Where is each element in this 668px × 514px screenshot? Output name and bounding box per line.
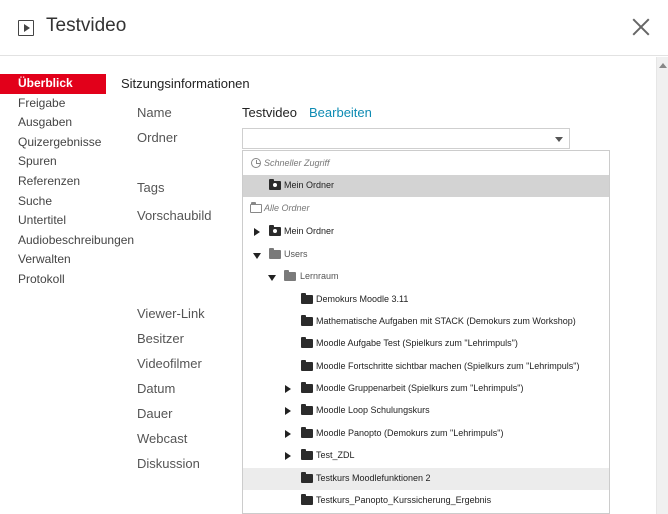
tree-item-folder[interactable]: Moodle Gruppenarbeit (Spielkurs zum "Leh…: [243, 378, 609, 400]
all-folders-header-label: Alle Ordner: [264, 203, 310, 213]
folder-icon: [301, 337, 313, 348]
folder-outline-icon: [250, 202, 262, 213]
sidebar-item-sharing[interactable]: Freigabe: [0, 94, 106, 114]
tree-item-folder[interactable]: Testkurs Moodlefunktionen 2: [243, 468, 609, 490]
sidebar-item-log[interactable]: Protokoll: [0, 270, 106, 290]
tree-item-folder[interactable]: Moodle Aufgabe Test (Spielkurs zum "Lehr…: [243, 333, 609, 355]
tree-item-label: Demokurs Moodle 3.11: [316, 294, 409, 304]
sidebar-item-search[interactable]: Suche: [0, 192, 106, 212]
scroll-up-icon[interactable]: [659, 63, 667, 68]
tree-item-folder[interactable]: Moodle Fortschritte sichtbar machen (Spi…: [243, 356, 609, 378]
tree-item-folder[interactable]: Test_ZDL: [243, 445, 609, 467]
tree-item-users[interactable]: Users: [243, 244, 609, 266]
expand-arrow-icon[interactable]: [285, 430, 291, 438]
expand-arrow-icon[interactable]: [254, 228, 260, 236]
duration-label: Dauer: [137, 406, 173, 421]
folder-icon: [301, 427, 313, 438]
user-folder-icon: [269, 225, 281, 236]
webcast-label: Webcast: [137, 431, 188, 446]
close-icon[interactable]: [628, 14, 654, 40]
tree-item-label: Moodle Panopto (Demokurs zum "Lehrimpuls…: [316, 428, 504, 438]
quick-access-header-label: Schneller Zugriff: [264, 158, 330, 168]
discussion-label: Diskussion: [137, 456, 200, 471]
folder-label: Ordner: [137, 130, 178, 145]
chevron-down-icon[interactable]: [555, 137, 563, 142]
sidebar-item-audio-descriptions[interactable]: Audiobeschreibungen: [0, 231, 134, 251]
collapse-arrow-icon[interactable]: [268, 275, 276, 281]
sidebar-nav: Überblick Freigabe Ausgaben Quizergebnis…: [0, 74, 134, 290]
folder-icon: [301, 315, 313, 326]
folder-icon: [301, 494, 313, 505]
tree-item-folder[interactable]: Moodle Panopto (Demokurs zum "Lehrimpuls…: [243, 423, 609, 445]
dialog-title: Testvideo: [46, 15, 127, 36]
owner-label: Besitzer: [137, 331, 184, 346]
tree-item-label: Moodle Fortschritte sichtbar machen (Spi…: [316, 361, 580, 371]
all-folders-header: Alle Ordner: [243, 198, 609, 220]
viewer-link-label: Viewer-Link: [137, 306, 205, 321]
folder-icon: [301, 382, 313, 393]
name-label: Name: [137, 105, 172, 120]
tree-item-folder[interactable]: Mathematische Aufgaben mit STACK (Demoku…: [243, 311, 609, 333]
quick-access-header: Schneller Zugriff: [243, 153, 609, 175]
sidebar-item-streams[interactable]: Spuren: [0, 152, 106, 172]
expand-arrow-icon[interactable]: [285, 452, 291, 460]
sidebar-item-overview[interactable]: Überblick: [0, 74, 106, 94]
tree-item-label: Moodle Loop Schulungskurs: [316, 405, 430, 415]
tree-item-label: Mein Ordner: [284, 226, 335, 236]
sidebar-item-captions[interactable]: Untertitel: [0, 211, 106, 231]
tree-item-folder[interactable]: Moodle Loop Schulungskurs: [243, 400, 609, 422]
tree-item-label: Moodle Gruppenarbeit (Spielkurs zum "Leh…: [316, 383, 524, 393]
tree-item-folder[interactable]: Demokurs Moodle 3.11: [243, 289, 609, 311]
folder-icon: [301, 472, 313, 483]
tree-item-folder[interactable]: Testkurs_Panopto_Kurssicherung_Ergebnis: [243, 490, 609, 512]
sidebar-item-outputs[interactable]: Ausgaben: [0, 113, 106, 133]
folder-icon: [301, 293, 313, 304]
edit-name-link[interactable]: Bearbeiten: [309, 105, 372, 120]
tree-item-label: Users: [284, 249, 308, 259]
name-value: Testvideo: [242, 105, 297, 120]
tree-item-label: Testkurs_Panopto_Kurssicherung_Ergebnis: [316, 495, 492, 505]
sidebar-item-references[interactable]: Referenzen: [0, 172, 106, 192]
folder-dropdown: Schneller Zugriff Mein Ordner Alle Ordne…: [242, 150, 610, 514]
quick-access-my-folder-label: Mein Ordner: [284, 180, 335, 190]
tree-item-my-folder[interactable]: Mein Ordner: [243, 221, 609, 243]
folder-icon: [301, 404, 313, 415]
folder-icon: [284, 270, 296, 281]
user-folder-icon: [269, 179, 281, 190]
tree-item-label: Test_ZDL: [316, 450, 355, 460]
folder-icon: [269, 248, 281, 259]
section-title: Sitzungsinformationen: [121, 76, 250, 91]
expand-arrow-icon[interactable]: [285, 385, 291, 393]
dialog-header: Testvideo: [0, 0, 668, 56]
quick-access-my-folder[interactable]: Mein Ordner: [243, 175, 609, 197]
tree-item-label: Mathematische Aufgaben mit STACK (Demoku…: [316, 316, 576, 326]
clock-icon: [251, 158, 261, 168]
tree-item-lernraum[interactable]: Lernraum: [243, 266, 609, 288]
sidebar-item-quiz-results[interactable]: Quizergebnisse: [0, 133, 106, 153]
tree-item-label: Moodle Aufgabe Test (Spielkurs zum "Lehr…: [316, 338, 518, 348]
videographer-label: Videofilmer: [137, 356, 202, 371]
thumbnail-label: Vorschaubild: [137, 208, 212, 223]
date-label: Datum: [137, 381, 176, 396]
tree-item-label: Lernraum: [300, 271, 339, 281]
folder-select[interactable]: [242, 128, 570, 149]
folder-icon: [301, 360, 313, 371]
scrollbar[interactable]: [656, 57, 668, 514]
tags-label: Tags: [137, 180, 165, 195]
tree-item-label: Testkurs Moodlefunktionen 2: [316, 473, 431, 483]
expand-arrow-icon[interactable]: [285, 407, 291, 415]
folder-icon: [301, 449, 313, 460]
video-play-icon: [18, 20, 34, 36]
sidebar-item-manage[interactable]: Verwalten: [0, 250, 106, 270]
collapse-arrow-icon[interactable]: [253, 253, 261, 259]
